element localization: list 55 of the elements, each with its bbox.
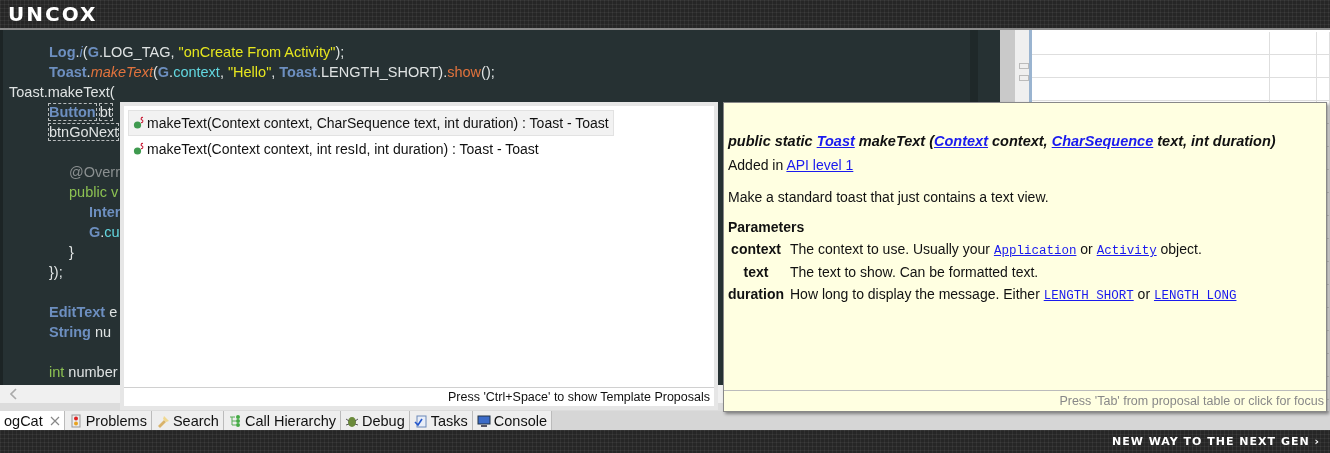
hierarchy-icon — [227, 413, 242, 428]
view-tab[interactable]: Problems — [64, 411, 152, 430]
parameter-name: text — [742, 264, 770, 280]
code-link[interactable]: LENGTH_LONG — [1153, 289, 1237, 303]
parameter-name: context — [730, 241, 782, 258]
close-icon[interactable] — [49, 415, 60, 426]
code-line: public v — [68, 183, 119, 202]
code-line: } — [68, 243, 74, 262]
code-line: Inter — [88, 203, 121, 222]
type-link[interactable]: Context — [934, 133, 988, 149]
code-link[interactable]: LENGTH_SHORT — [1043, 289, 1134, 303]
static-method-icon — [133, 142, 145, 156]
popup-hint: Press 'Tab' from proposal table or click for focus — [724, 390, 1326, 411]
parameter-description: The context to use. Usually your Application or Activity object. — [790, 241, 1203, 258]
parameters-heading: Parameters — [728, 219, 806, 235]
proposal-item[interactable]: makeText(Context context, int resId, int duration) : Toast - Toast — [128, 136, 544, 162]
view-tab[interactable]: Tasks — [409, 411, 473, 430]
code-line: int number — [48, 363, 118, 382]
code-line: EditText e — [48, 303, 118, 322]
api-level-text: Added in API level 1 — [728, 157, 855, 173]
code-line: Toast.makeText( — [9, 83, 115, 102]
method-signature: public static Toast makeText (Context context, CharSequence text, int duration) — [728, 133, 1277, 149]
code-line: @Overr — [68, 163, 120, 182]
type-link[interactable]: Toast — [816, 133, 855, 149]
slogan: NEW WAY TO THE NEXT GEN › — [1112, 435, 1320, 448]
monitor-icon — [476, 413, 491, 428]
code-line: Log.i(G.LOG_TAG, "onCreate From Activity"); — [48, 43, 345, 62]
code-link[interactable]: Application — [993, 244, 1077, 258]
view-tab[interactable]: ogCat — [0, 411, 65, 430]
code-line: btnGoNext — [48, 123, 119, 142]
code-line: }); — [48, 263, 63, 282]
popup-hint: Press 'Ctrl+Space' to show Template Proposals — [124, 387, 714, 406]
view-tab[interactable]: Debug — [340, 411, 410, 430]
view-tab[interactable]: Console — [472, 411, 552, 430]
clipboard-check-icon — [413, 413, 428, 428]
api-level-link[interactable]: API level 1 — [786, 157, 854, 173]
code-line: Toast.makeText(G.context, "Hello", Toast.LENGTH_SHORT).show(); — [48, 63, 495, 82]
minimize-icon[interactable] — [1019, 63, 1029, 71]
proposal-item[interactable]: makeText(Context context, CharSequence text, int duration) : Toast - Toast — [128, 110, 614, 136]
scroll-left-icon[interactable] — [10, 388, 18, 400]
description: Make a standard toast that just contains a text view. — [728, 189, 1050, 205]
code-link[interactable]: Activity — [1096, 244, 1157, 258]
parameter-description: The text to show. Can be formatted text. — [790, 264, 1040, 280]
parameter-description: How long to display the message. Either LENGTH_SHORT or LENGTH_LONG — [790, 286, 1238, 303]
traffic-light-icon — [68, 413, 83, 428]
view-tab[interactable]: Call Hierarchy — [223, 411, 341, 430]
parameter-name: duration — [728, 286, 784, 303]
view-tab[interactable]: Search — [151, 411, 224, 430]
static-method-icon — [133, 116, 145, 130]
code-line: Button bt — [48, 103, 112, 122]
code-line: String nu — [48, 323, 112, 342]
maximize-icon[interactable] — [1019, 75, 1029, 83]
code-line: G.cu — [88, 223, 120, 242]
type-link[interactable]: CharSequence — [1051, 133, 1154, 149]
logo: UNCOX — [8, 2, 98, 26]
